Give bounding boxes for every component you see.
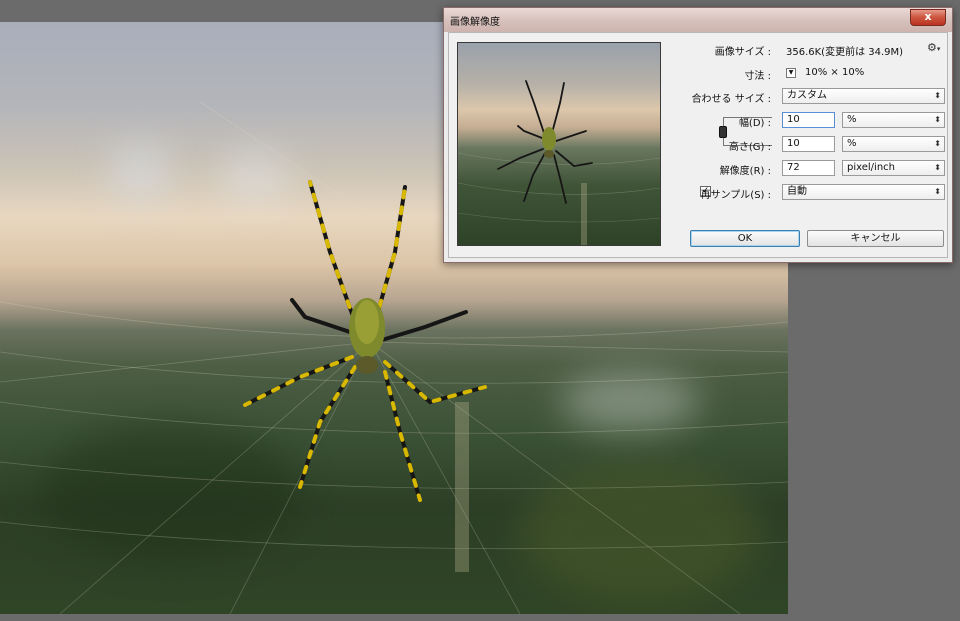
height-input[interactable]: 10 xyxy=(782,136,835,152)
image-size-label: 画像サイズ : xyxy=(714,47,771,58)
chevron-down-icon: ⬍ xyxy=(934,139,941,148)
resolution-unit-value: pixel/inch xyxy=(847,162,895,173)
blurred-stem xyxy=(455,402,469,572)
resample-value: 自動 xyxy=(787,186,807,197)
fit-to-label: 合わせる サイズ : xyxy=(691,94,771,105)
height-label: 高さ(G) : xyxy=(728,142,771,153)
chevron-down-icon: ⬍ xyxy=(934,91,941,100)
width-unit-select[interactable]: % ⬍ xyxy=(842,112,945,128)
resolution-input[interactable]: 72 xyxy=(782,160,835,176)
image-size-dialog: 画像解像度 x 画像サイズ: 356.6K(変更前は 34.9M) ⚙▾ 寸法… xyxy=(443,7,953,263)
resolution-unit-select[interactable]: pixel/inch ⬍ xyxy=(842,160,945,176)
width-unit-value: % xyxy=(847,114,857,125)
resample-select[interactable]: 自動 ⬍ xyxy=(782,184,945,200)
height-unit-select[interactable]: % ⬍ xyxy=(842,136,945,152)
width-input[interactable]: 10 xyxy=(782,112,835,128)
dimensions-value: 10% × 10% xyxy=(805,67,865,78)
chevron-down-icon[interactable]: ▼ xyxy=(786,68,796,78)
ok-button[interactable]: OK xyxy=(690,230,800,247)
link-chain-icon[interactable] xyxy=(719,126,727,138)
chevron-down-icon: ⬍ xyxy=(934,163,941,172)
preview-spider xyxy=(458,80,660,245)
gear-icon[interactable]: ⚙▾ xyxy=(927,41,940,54)
dialog-content: 画像サイズ : 356.6K(変更前は 34.9M) ⚙▾ 寸法 : ▼ 10%… xyxy=(448,32,948,258)
dialog-titlebar[interactable]: 画像解像度 x xyxy=(444,8,952,32)
chevron-down-icon: ⬍ xyxy=(934,115,941,124)
height-unit-value: % xyxy=(847,138,857,149)
close-icon: x xyxy=(924,10,932,23)
image-size-value: 356.6K(変更前は 34.9M) xyxy=(786,47,904,58)
fit-to-value: カスタム xyxy=(787,90,827,101)
chevron-down-icon: ⬍ xyxy=(934,187,941,196)
width-label: 幅(D) : xyxy=(738,118,771,129)
cancel-button[interactable]: キャンセル xyxy=(807,230,944,247)
resample-label: 再サンプル(S) : xyxy=(700,190,771,201)
fit-to-select[interactable]: カスタム ⬍ xyxy=(782,88,945,104)
resolution-label: 解像度(R) : xyxy=(719,166,771,177)
dimensions-label: 寸法 : xyxy=(744,71,771,82)
image-preview[interactable] xyxy=(457,42,661,246)
close-button[interactable]: x xyxy=(910,9,946,26)
dialog-title: 画像解像度 xyxy=(450,17,500,28)
